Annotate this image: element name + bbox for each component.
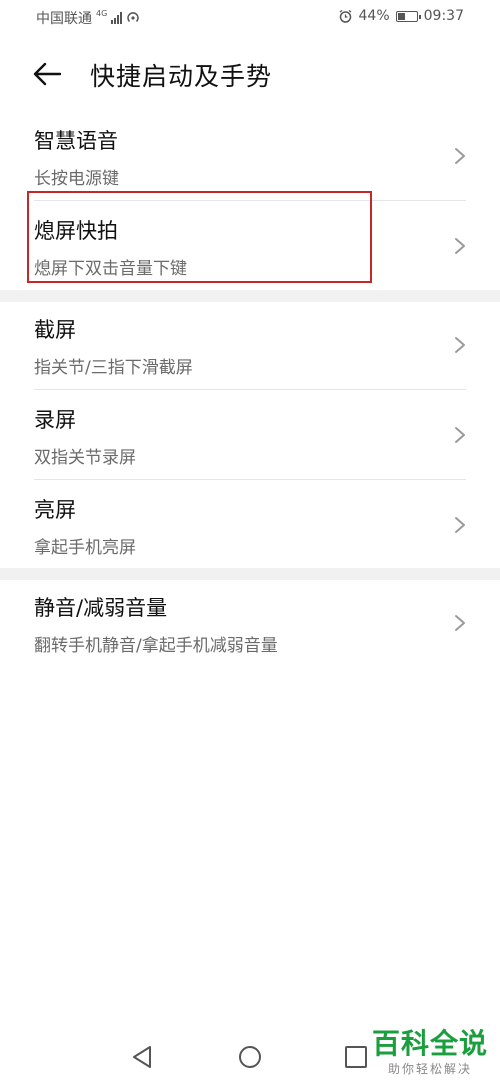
watermark-subtitle: 助你轻松解决 <box>387 1062 472 1076</box>
chevron-right-icon <box>455 148 465 164</box>
square-recent-icon <box>345 1046 367 1068</box>
item-title: 录屏 <box>34 408 76 432</box>
settings-group-2: 截屏 指关节/三指下滑截屏 录屏 双指关节录屏 亮屏 拿起手机亮屏 <box>0 300 500 570</box>
status-bar: 中国联通 4G 44% 09:37 <box>0 0 500 36</box>
item-title: 熄屏快拍 <box>34 219 118 243</box>
network-generation: 4G <box>96 9 108 18</box>
item-subtitle: 熄屏下双击音量下键 <box>34 259 187 279</box>
settings-item-screenshot[interactable]: 截屏 指关节/三指下滑截屏 <box>0 300 500 390</box>
item-subtitle: 指关节/三指下滑截屏 <box>34 358 193 378</box>
back-button[interactable] <box>30 58 66 90</box>
item-subtitle: 双指关节录屏 <box>34 448 136 468</box>
nav-back-button[interactable] <box>128 1042 158 1072</box>
triangle-back-icon <box>133 1046 151 1068</box>
clock-time: 09:37 <box>423 8 464 24</box>
settings-item-screen-record[interactable]: 录屏 双指关节录屏 <box>0 390 500 480</box>
carrier-name: 中国联通 <box>36 11 92 27</box>
watermark-title: 百科全说 <box>371 1027 488 1060</box>
battery-percent: 44% <box>358 8 390 24</box>
chevron-right-icon <box>455 238 465 254</box>
status-right: 44% 09:37 <box>338 8 464 24</box>
item-subtitle: 长按电源键 <box>34 169 119 189</box>
nav-home-button[interactable] <box>235 1042 265 1072</box>
status-left: 中国联通 4G <box>36 8 140 28</box>
settings-item-quick-snapshot[interactable]: 熄屏快拍 熄屏下双击音量下键 <box>0 201 500 291</box>
item-title: 静音/减弱音量 <box>34 596 168 620</box>
chevron-right-icon <box>455 517 465 533</box>
item-title: 智慧语音 <box>34 129 118 153</box>
signal-bars-icon <box>111 12 123 24</box>
settings-group-1: 智慧语音 长按电源键 熄屏快拍 熄屏下双击音量下键 <box>0 111 500 291</box>
hotspot-icon <box>127 12 140 23</box>
settings-item-wake-screen[interactable]: 亮屏 拿起手机亮屏 <box>0 480 500 570</box>
circle-home-icon <box>239 1046 261 1068</box>
settings-item-mute-reduce-volume[interactable]: 静音/减弱音量 翻转手机静音/拿起手机减弱音量 <box>0 578 500 668</box>
chevron-right-icon <box>455 427 465 443</box>
chevron-right-icon <box>455 337 465 353</box>
item-title: 截屏 <box>34 318 76 342</box>
chevron-right-icon <box>455 615 465 631</box>
arrow-left-icon <box>33 62 62 86</box>
page-title: 快捷启动及手势 <box>90 62 273 91</box>
nav-recent-button[interactable] <box>341 1042 371 1072</box>
watermark: 百科全说 助你轻松解决 <box>372 1022 488 1077</box>
alarm-clock-icon <box>339 9 351 23</box>
item-subtitle: 拿起手机亮屏 <box>34 538 136 558</box>
header: 快捷启动及手势 <box>0 50 500 100</box>
item-title: 亮屏 <box>34 498 76 522</box>
battery-icon <box>395 10 421 22</box>
settings-item-smart-voice[interactable]: 智慧语音 长按电源键 <box>0 111 500 201</box>
settings-group-3: 静音/减弱音量 翻转手机静音/拿起手机减弱音量 <box>0 578 500 668</box>
item-subtitle: 翻转手机静音/拿起手机减弱音量 <box>34 636 278 656</box>
